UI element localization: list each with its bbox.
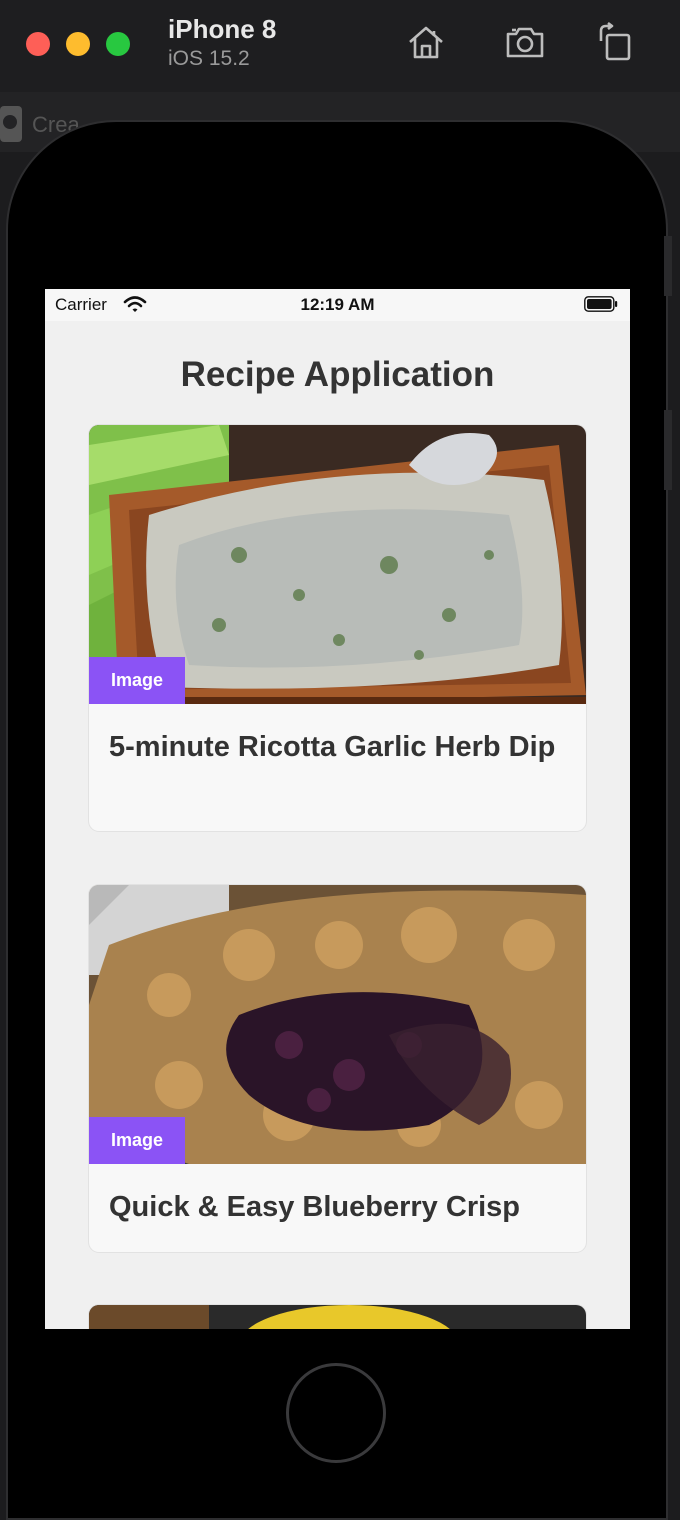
- volume-button: [664, 236, 672, 296]
- close-window-button[interactable]: [26, 32, 50, 56]
- simulator-title-bar: iPhone 8 iOS 15.2: [0, 0, 680, 93]
- recipe-card[interactable]: Image 5-minute Ricotta Garlic Herb Dip: [89, 425, 586, 831]
- rotate-icon[interactable]: [592, 18, 640, 66]
- recipe-image: [89, 1305, 586, 1329]
- battery-icon: [584, 296, 618, 312]
- page-title: Recipe Application: [180, 355, 495, 394]
- status-bar: Carrier 12:19 AM: [45, 289, 630, 321]
- recipe-title: 5-minute Ricotta Garlic Herb Dip: [109, 731, 556, 763]
- status-time: 12:19 AM: [300, 295, 375, 314]
- os-version: iOS 15.2: [168, 47, 250, 70]
- side-button: [664, 410, 672, 490]
- home-button[interactable]: [286, 1363, 386, 1463]
- home-icon[interactable]: [402, 18, 450, 66]
- device-screen: Carrier 12:19 AM Recipe Application Imag…: [45, 289, 630, 1329]
- minimize-window-button[interactable]: [66, 32, 90, 56]
- image-badge: Image: [89, 657, 185, 704]
- recipe-card[interactable]: Image Quick & Easy Blueberry Crisp: [89, 885, 586, 1252]
- zoom-window-button[interactable]: [106, 32, 130, 56]
- recipe-title: Quick & Easy Blueberry Crisp: [109, 1191, 520, 1223]
- device-name: iPhone 8: [168, 14, 277, 44]
- github-icon: [0, 106, 22, 142]
- camera-icon[interactable]: [501, 18, 549, 66]
- recipe-card[interactable]: [89, 1305, 586, 1329]
- image-badge: Image: [89, 1117, 185, 1164]
